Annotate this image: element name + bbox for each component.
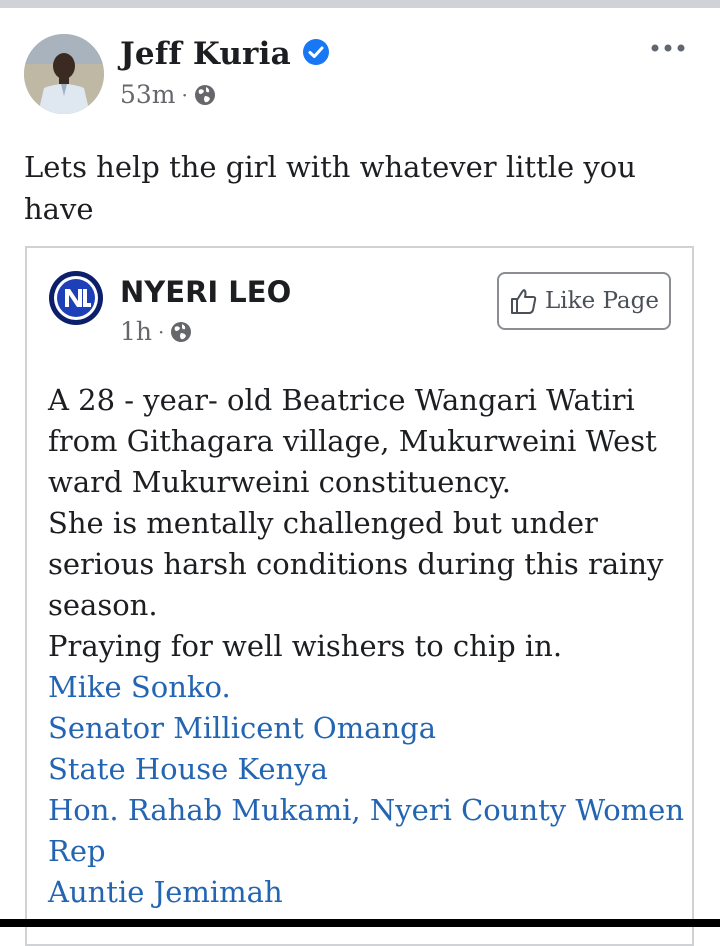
tag-link-rahab-mukami[interactable]: Hon. Rahab Mukami, Nyeri County Women Re…: [48, 790, 688, 872]
like-page-button[interactable]: Like Page: [497, 272, 671, 330]
tag-link-state-house-kenya[interactable]: State House Kenya: [48, 749, 688, 790]
post-meta: 53m ·: [120, 80, 216, 109]
verified-badge-icon: [303, 39, 329, 65]
shared-meta-separator: ·: [158, 319, 165, 344]
post-time[interactable]: 53m: [120, 80, 176, 109]
shared-post-body: A 28 - year- old Beatrice Wangari Watiri…: [48, 380, 688, 913]
top-divider: [0, 0, 720, 8]
more-options-icon[interactable]: [648, 38, 688, 58]
body-line: Praying for well wishers to chip in.: [48, 629, 563, 663]
like-page-label: Like Page: [545, 288, 659, 314]
globe-icon: [194, 84, 215, 105]
post-text: Lets help the girl with whatever little …: [24, 150, 636, 226]
meta-separator: ·: [181, 82, 188, 107]
tag-link-auntie-jemimah[interactable]: Auntie Jemimah: [48, 872, 688, 913]
tag-link-millicent-omanga[interactable]: Senator Millicent Omanga: [48, 708, 688, 749]
bottom-bar: [0, 919, 720, 927]
shared-post-meta: 1h ·: [120, 317, 192, 346]
shared-post-time[interactable]: 1h: [120, 317, 152, 346]
thumbs-up-icon: [511, 289, 537, 314]
globe-icon: [171, 321, 192, 342]
author-name[interactable]: Jeff Kuria: [120, 36, 291, 72]
shared-page-name[interactable]: NYERI LEO: [120, 275, 291, 309]
avatar-photo: [24, 34, 104, 114]
body-line: She is mentally challenged but under ser…: [48, 506, 664, 622]
tag-link-mike-sonko[interactable]: Mike Sonko.: [48, 667, 688, 708]
body-line: A 28 - year- old Beatrice Wangari Watiri…: [48, 383, 657, 499]
nyeri-leo-logo[interactable]: [48, 270, 104, 326]
author-avatar[interactable]: [24, 34, 104, 114]
